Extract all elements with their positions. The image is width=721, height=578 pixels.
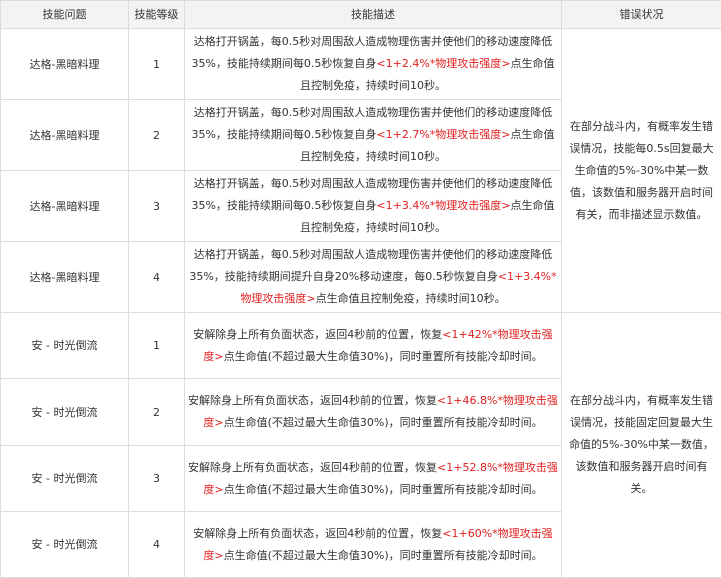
skill-name: 安 - 时光倒流 — [1, 313, 129, 379]
skill-level: 4 — [129, 512, 185, 578]
skill-error-table: 技能问题 技能等级 技能描述 错误状况 达格-黑暗料理 1 达格打开锅盖，每0.… — [0, 0, 721, 578]
error-status: 在部分战斗内，有概率发生错误情况，技能每0.5s回复最大生命值的5%-30%中某… — [562, 29, 721, 313]
desc-formula: <1+2.7%*物理攻击强度> — [376, 128, 510, 141]
skill-name: 达格-黑暗料理 — [1, 242, 129, 313]
skill-description: 达格打开锅盖，每0.5秒对周围敌人造成物理伤害并使他们的移动速度降低35%，技能… — [185, 171, 562, 242]
error-status: 在部分战斗内，有概率发生错误情况，技能固定回复最大生命值的5%-30%中某一数值… — [562, 313, 721, 578]
desc-text: 点生命值(不超过最大生命值30%)，同时重置所有技能冷却时间。 — [224, 416, 543, 429]
header-description: 技能描述 — [185, 1, 562, 29]
desc-text: 安解除身上所有负面状态，返回4秒前的位置，恢复 — [193, 328, 442, 341]
skill-level: 3 — [129, 171, 185, 242]
skill-level: 1 — [129, 313, 185, 379]
desc-text: 点生命值(不超过最大生命值30%)，同时重置所有技能冷却时间。 — [224, 549, 543, 562]
header-error: 错误状况 — [562, 1, 721, 29]
desc-text: 安解除身上所有负面状态，返回4秒前的位置，恢复 — [193, 527, 442, 540]
desc-text: 安解除身上所有负面状态，返回4秒前的位置，恢复 — [188, 394, 437, 407]
skill-name: 安 - 时光倒流 — [1, 512, 129, 578]
skill-description: 达格打开锅盖，每0.5秒对周围敌人造成物理伤害并使他们的移动速度降低35%，技能… — [185, 242, 562, 313]
skill-name: 达格-黑暗料理 — [1, 29, 129, 100]
skill-level: 2 — [129, 379, 185, 446]
skill-name: 达格-黑暗料理 — [1, 171, 129, 242]
skill-name: 安 - 时光倒流 — [1, 446, 129, 512]
desc-formula: <1+2.4%*物理攻击强度> — [376, 57, 510, 70]
skill-level: 2 — [129, 100, 185, 171]
skill-description: 安解除身上所有负面状态，返回4秒前的位置，恢复<1+46.8%*物理攻击强度>点… — [185, 379, 562, 446]
skill-level: 1 — [129, 29, 185, 100]
desc-formula: <1+3.4%*物理攻击强度> — [376, 199, 510, 212]
header-level: 技能等级 — [129, 1, 185, 29]
header-skill: 技能问题 — [1, 1, 129, 29]
table-header-row: 技能问题 技能等级 技能描述 错误状况 — [1, 1, 721, 29]
skill-level: 3 — [129, 446, 185, 512]
skill-description: 安解除身上所有负面状态，返回4秒前的位置，恢复<1+60%*物理攻击强度>点生命… — [185, 512, 562, 578]
skill-description: 安解除身上所有负面状态，返回4秒前的位置，恢复<1+42%*物理攻击强度>点生命… — [185, 313, 562, 379]
desc-text: 点生命值(不超过最大生命值30%)，同时重置所有技能冷却时间。 — [224, 483, 543, 496]
skill-description: 达格打开锅盖，每0.5秒对周围敌人造成物理伤害并使他们的移动速度降低35%，技能… — [185, 100, 562, 171]
desc-text: 安解除身上所有负面状态，返回4秒前的位置，恢复 — [188, 461, 437, 474]
skill-description: 达格打开锅盖，每0.5秒对周围敌人造成物理伤害并使他们的移动速度降低35%，技能… — [185, 29, 562, 100]
skill-name: 达格-黑暗料理 — [1, 100, 129, 171]
desc-text: 点生命值(不超过最大生命值30%)，同时重置所有技能冷却时间。 — [224, 350, 543, 363]
skill-name: 安 - 时光倒流 — [1, 379, 129, 446]
table-row: 安 - 时光倒流 1 安解除身上所有负面状态，返回4秒前的位置，恢复<1+42%… — [1, 313, 721, 379]
skill-description: 安解除身上所有负面状态，返回4秒前的位置，恢复<1+52.8%*物理攻击强度>点… — [185, 446, 562, 512]
desc-text: 点生命值且控制免疫，持续时间10秒。 — [316, 292, 506, 305]
table-row: 达格-黑暗料理 1 达格打开锅盖，每0.5秒对周围敌人造成物理伤害并使他们的移动… — [1, 29, 721, 100]
skill-level: 4 — [129, 242, 185, 313]
